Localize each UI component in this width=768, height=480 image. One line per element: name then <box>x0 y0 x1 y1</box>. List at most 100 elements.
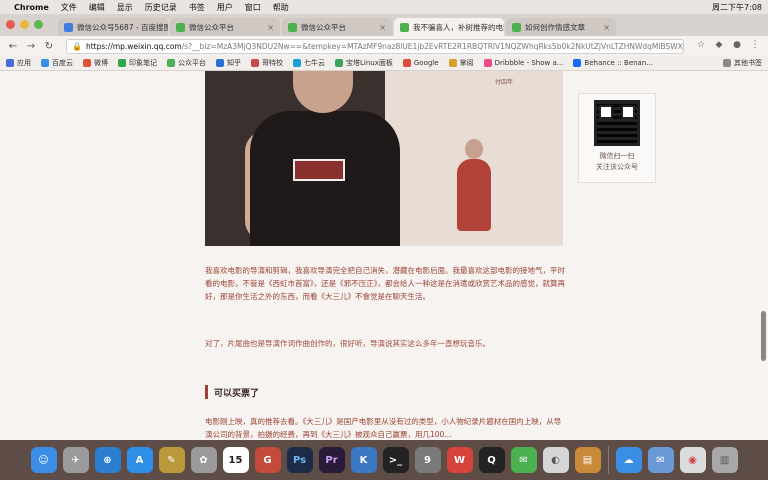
bookmark-zhihu[interactable]: 知乎 <box>216 58 241 68</box>
menu-help[interactable]: 帮助 <box>273 2 289 13</box>
terminal-icon[interactable]: >_ <box>382 447 409 473</box>
tab-article-active[interactable]: 我不骗喜人，补树推荐的电影 × <box>394 18 504 36</box>
photo-small-figure <box>457 159 491 231</box>
back-arrow-icon[interactable]: ← <box>6 41 20 52</box>
section-heading: 可以买票了 <box>205 383 259 401</box>
close-tab-icon[interactable]: × <box>264 23 274 32</box>
menu-file[interactable]: 文件 <box>61 2 77 13</box>
photo-small-figure-head <box>465 139 483 159</box>
bookmark-zhangyue[interactable]: 掌阅 <box>448 58 474 68</box>
menu-window[interactable]: 窗口 <box>245 2 261 13</box>
zoom-window-button[interactable] <box>34 20 43 29</box>
bookmark-other[interactable]: 其他书签 <box>723 58 762 68</box>
menu-chrome[interactable]: Chrome <box>14 3 49 12</box>
bookmark-favicon-icon <box>483 59 492 67</box>
calendar-icon[interactable]: 15 <box>222 447 249 473</box>
wps-icon[interactable]: W <box>446 447 473 473</box>
tab-title: 微信公众平台 <box>301 22 346 32</box>
bookmark-behance[interactable]: Behance :: Benan... <box>573 59 653 67</box>
bookmark-label: 掌阅 <box>459 59 474 67</box>
menu-edit[interactable]: 编辑 <box>89 2 105 13</box>
bookmark-label: 百度云 <box>52 59 73 67</box>
appstore-icon[interactable]: A <box>126 447 153 473</box>
qr-caption-line2: 关注该公众号 <box>596 163 638 171</box>
bookmark-favicon-icon <box>83 59 91 67</box>
wechat-icon[interactable]: ✉ <box>510 447 537 473</box>
bookmark-label: 印象笔记 <box>129 59 157 67</box>
bookmark-weibo[interactable]: 微博 <box>83 58 108 68</box>
qr-caption: 微信扫一扫 关注该公众号 <box>596 151 638 173</box>
photoshop-icon[interactable]: Ps <box>286 447 313 473</box>
bookmark-baota[interactable]: 宝塔Linux面板 <box>335 58 393 68</box>
photos-icon[interactable]: ✿ <box>190 447 217 473</box>
notes-icon[interactable]: ✎ <box>158 447 185 473</box>
close-window-button[interactable] <box>6 20 15 29</box>
bookmark-label: 哥特校 <box>262 59 283 67</box>
article-photo: 付四年 <box>205 71 563 246</box>
tab-mp-weixin-1[interactable]: 微信公众平台 × <box>170 18 280 36</box>
trash-icon[interactable]: ▥ <box>711 447 738 473</box>
page-scrollbar[interactable] <box>761 311 766 361</box>
wecom-icon[interactable]: ◐ <box>542 447 569 473</box>
menu-people[interactable]: 用户 <box>217 2 233 13</box>
tab-title: 我不骗喜人，补树推荐的电影 <box>413 22 504 32</box>
safari-icon[interactable]: ⊕ <box>94 447 121 473</box>
bookmark-star-icon[interactable]: ☆ <box>694 40 708 52</box>
books-icon[interactable]: ▤ <box>574 447 601 473</box>
bookmark-mp[interactable]: 公众平台 <box>167 58 206 68</box>
dock: ☺ ✈ ⊕ A ✎ ✿ 15 G Ps Pr K >_ 9 W Q ✉ ◐ ▤ … <box>0 440 768 480</box>
menu-view[interactable]: 显示 <box>117 2 133 13</box>
tab-favicon-icon <box>400 22 409 32</box>
bookmark-apps[interactable]: 应用 <box>6 58 31 68</box>
baidu-netdisk-icon[interactable]: ☁ <box>615 447 642 473</box>
tab-title: 如何创作情感文章 <box>525 22 585 32</box>
bookmark-evernote[interactable]: 印象笔记 <box>118 58 157 68</box>
bookmark-label: 知乎 <box>227 59 241 67</box>
bookmark-qiniu[interactable]: 七牛云 <box>293 58 325 68</box>
tab-mp-weixin-2[interactable]: 微信公众平台 × <box>282 18 392 36</box>
url-input[interactable]: 🔒 https://mp.weixin.qq.com /s?__biz=MzA3… <box>66 38 684 54</box>
qr-code-panel: 微信扫一扫 关注该公众号 <box>578 93 656 183</box>
bookmark-label: Dribbble - Show a... <box>494 59 564 67</box>
bookmark-label: Google <box>413 59 439 67</box>
app-g-icon[interactable]: G <box>254 447 281 473</box>
chrome-icon[interactable]: ◉ <box>679 447 706 473</box>
close-tab-icon[interactable]: × <box>600 23 610 32</box>
app-9-icon[interactable]: 9 <box>414 447 441 473</box>
extension-icon[interactable]: ● <box>730 40 744 52</box>
tab-emotion-article[interactable]: 如何创作情感文章 × <box>506 18 616 36</box>
section-title: 可以买票了 <box>214 388 260 399</box>
bookmark-dribbble[interactable]: Dribbble - Show a... <box>483 59 564 67</box>
close-tab-icon[interactable]: × <box>376 23 386 32</box>
tab-baidu-image[interactable]: 微信公众号5687 - 百度搜图 × <box>58 18 168 36</box>
photo-person-head <box>293 71 353 113</box>
bookmark-favicon-icon <box>167 59 175 67</box>
qq-icon[interactable]: Q <box>478 447 505 473</box>
finder-icon[interactable]: ☺ <box>30 447 57 473</box>
mail-icon[interactable]: ✉ <box>647 447 674 473</box>
address-toolbar: ← → ↻ 🔒 https://mp.weixin.qq.com /s?__bi… <box>0 36 768 56</box>
bookmark-favicon-icon <box>293 59 301 67</box>
menu-bookmarks[interactable]: 书签 <box>189 2 205 13</box>
photo-sign-text: 付四年 <box>495 79 514 86</box>
dock-separator <box>607 446 609 474</box>
minimize-window-button[interactable] <box>20 20 29 29</box>
reload-icon[interactable]: ↻ <box>42 41 56 52</box>
bookmark-favicon-icon <box>41 59 49 67</box>
section-accent-bar <box>205 385 208 399</box>
bookmark-google[interactable]: Google <box>402 59 439 67</box>
article-paragraph: 我喜欢电影的导演和剪辑，我喜欢导演完全把自己消失，潜藏在电影后面。我最喜欢这部电… <box>205 266 565 301</box>
extension-icon[interactable]: ◆ <box>712 40 726 52</box>
keynote-icon[interactable]: K <box>350 447 377 473</box>
menubar-clock[interactable]: 周二下午7:08 <box>712 2 762 13</box>
bookmark-label: 宝塔Linux面板 <box>346 59 393 67</box>
tab-favicon-icon <box>64 22 73 32</box>
forward-arrow-icon[interactable]: → <box>24 41 38 52</box>
bookmark-baiduyun[interactable]: 百度云 <box>41 58 73 68</box>
menu-history[interactable]: 历史记录 <box>145 2 177 13</box>
premiere-icon[interactable]: Pr <box>318 447 345 473</box>
tab-title: 微信公众号5687 - 百度搜图 <box>77 22 168 32</box>
bookmark-gothic[interactable]: 哥特校 <box>251 58 283 68</box>
launchpad-icon[interactable]: ✈ <box>62 447 89 473</box>
menu-dots-icon[interactable]: ⋮ <box>748 40 762 52</box>
